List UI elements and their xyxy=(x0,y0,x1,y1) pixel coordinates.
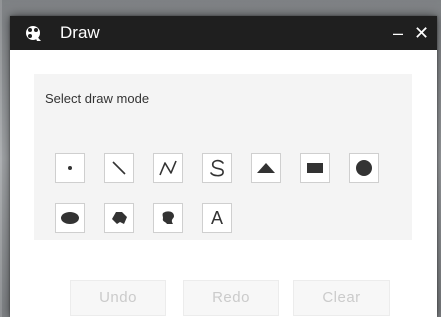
window-title: Draw xyxy=(60,23,100,42)
freehand-line-icon xyxy=(210,159,224,177)
point-tool-button[interactable] xyxy=(55,153,85,183)
triangle-tool-button[interactable] xyxy=(251,153,281,183)
text-icon: A xyxy=(210,208,223,228)
ellipse-icon xyxy=(61,212,79,224)
rectangle-icon xyxy=(307,163,323,173)
freehand-polyline-tool-button[interactable] xyxy=(202,153,232,183)
text-tool-button[interactable]: A xyxy=(202,203,232,233)
point-icon xyxy=(68,166,72,170)
select-draw-mode-label: Select draw mode xyxy=(45,91,150,106)
circle-icon xyxy=(356,160,372,176)
close-button[interactable]: ✕ xyxy=(414,23,429,43)
draw-mode-panel: Select draw mode A xyxy=(34,74,412,240)
triangle-icon xyxy=(257,163,275,173)
rectangle-tool-button[interactable] xyxy=(300,153,330,183)
clear-button[interactable]: Clear xyxy=(293,280,390,316)
line-icon xyxy=(112,161,126,175)
freehand-polygon-tool-button[interactable] xyxy=(153,203,183,233)
polygon-tool-button[interactable] xyxy=(104,203,134,233)
line-tool-button[interactable] xyxy=(104,153,134,183)
polyline-icon xyxy=(159,160,177,176)
polygon-icon xyxy=(112,212,127,224)
undo-button[interactable]: Undo xyxy=(70,280,166,316)
title-bar: Draw – ✕ xyxy=(10,16,437,50)
ellipse-tool-button[interactable] xyxy=(55,203,85,233)
circle-tool-button[interactable] xyxy=(349,153,379,183)
draw-widget-icon xyxy=(26,26,41,41)
freehand-polygon-icon xyxy=(162,211,174,224)
draw-widget-window: Draw – ✕ Select draw mode A Undo Redo Cl… xyxy=(10,16,437,317)
polyline-tool-button[interactable] xyxy=(153,153,183,183)
minimize-button[interactable]: – xyxy=(393,23,403,43)
redo-button[interactable]: Redo xyxy=(183,280,279,316)
